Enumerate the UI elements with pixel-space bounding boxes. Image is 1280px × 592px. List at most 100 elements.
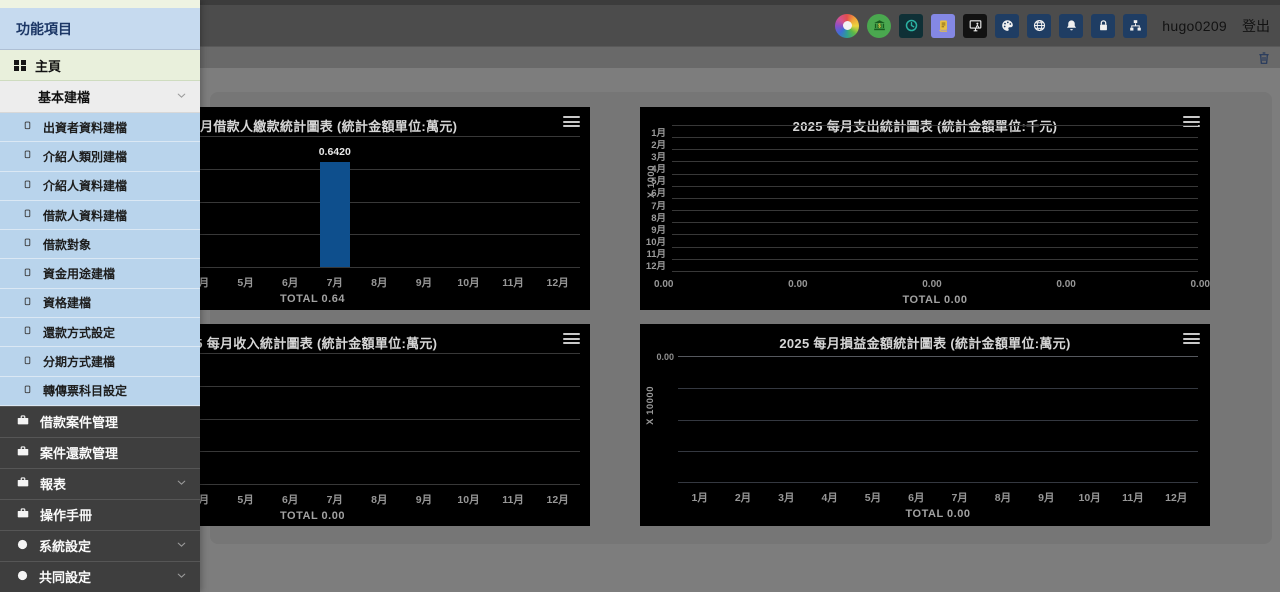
month-label: 6月 <box>268 275 313 290</box>
sidebar-item-報表[interactable]: 報表 <box>0 468 200 499</box>
sphere-icon <box>16 538 29 554</box>
scroll-icon[interactable] <box>931 14 955 38</box>
sitemap-icon[interactable] <box>1123 14 1147 38</box>
month-label: 11月 <box>491 275 536 290</box>
sidebar-header: 功能項目 <box>0 8 200 50</box>
sidebar-subitem-label: 介紹人類別建檔 <box>43 148 127 165</box>
sidebar-group-basic[interactable]: 基本建檔 <box>0 81 200 113</box>
screen-icon[interactable] <box>963 14 987 38</box>
chart-menu-icon[interactable] <box>563 116 580 129</box>
briefcase-icon <box>16 506 30 523</box>
bell-icon[interactable] <box>1059 14 1083 38</box>
gridline <box>678 420 1198 421</box>
doc-square-icon <box>22 208 33 222</box>
chart-plot: 0.00 <box>678 356 1198 482</box>
x-tick-label: 0.00 <box>788 279 807 290</box>
logout-button[interactable]: 登出 <box>1242 16 1270 36</box>
chevron-down-icon <box>175 569 188 585</box>
month-label: 4月 <box>808 490 851 505</box>
sidebar-subitem-label: 介紹人資料建檔 <box>43 177 127 194</box>
sidebar-subitem-label: 資格建檔 <box>43 294 91 311</box>
trash-icon[interactable] <box>1256 50 1272 66</box>
month-label: 11月 <box>1111 490 1154 505</box>
month-label: 1月 <box>678 490 721 505</box>
bank-icon[interactable]: $ <box>867 14 891 38</box>
x-tick-label: 0.00 <box>654 279 673 290</box>
palette-icon[interactable] <box>995 14 1019 38</box>
chart-panel-expenses: 2025 每月支出統計圖表 (統計金額單位:千元) 1月2月3月4月5月6月7月… <box>640 107 1210 310</box>
chevron-down-icon <box>175 476 188 492</box>
doc-square-icon <box>22 355 33 369</box>
sidebar-item-系統設定[interactable]: 系統設定 <box>0 530 200 561</box>
sidebar-subitem-label: 分期方式建檔 <box>43 353 115 370</box>
chart-title: 2025 每月損益金額統計圖表 (統計金額單位:萬元) <box>640 333 1210 352</box>
sidebar-item-借款案件管理[interactable]: 借款案件管理 <box>0 406 200 437</box>
doc-square-icon <box>22 325 33 339</box>
month-label: 12月 <box>535 492 580 507</box>
sidebar-subitem[interactable]: 資格建檔 <box>0 289 200 318</box>
month-label: 8月 <box>357 275 402 290</box>
clock-icon[interactable] <box>899 14 923 38</box>
sidebar-subitem[interactable]: 出資者資料建檔 <box>0 113 200 142</box>
doc-square-icon <box>22 296 33 310</box>
month-label: 7月 <box>938 490 981 505</box>
sidebar-subitem[interactable]: 轉傳票科目設定 <box>0 377 200 406</box>
sidebar-subitem-label: 出資者資料建檔 <box>43 119 127 136</box>
month-label: 12月 <box>535 275 580 290</box>
sidebar-subitem[interactable]: 借款人資料建檔 <box>0 201 200 230</box>
sidebar-subitem[interactable]: 借款對象 <box>0 230 200 259</box>
x-tick-label: 0.00 <box>1056 279 1075 290</box>
sidebar-subitem[interactable]: 介紹人資料建檔 <box>0 172 200 201</box>
x-tick-label: 0.00 <box>1191 279 1210 290</box>
sidebar-group-label: 基本建檔 <box>38 87 90 106</box>
month-label: 6月 <box>895 490 938 505</box>
sidebar-top-strip <box>0 0 200 8</box>
sidebar: 功能項目 主頁 基本建檔 出資者資料建檔 介紹人類別建檔 介紹人資料建檔 借款人… <box>0 0 200 592</box>
sidebar-item-home[interactable]: 主頁 <box>0 50 200 81</box>
month-label: 10月 <box>446 492 491 507</box>
month-label: 11月 <box>491 492 536 507</box>
month-label: 8月 <box>357 492 402 507</box>
dashboard-root: $ hugo0209 登出 2025 每月借款人繳款統計圖表 (統計金額單位:萬… <box>0 0 1280 592</box>
month-label: 7月 <box>312 492 357 507</box>
sidebar-item-label: 共同設定 <box>39 567 91 586</box>
sidebar-subitem[interactable]: 還款方式設定 <box>0 318 200 347</box>
month-label: 9月 <box>402 492 447 507</box>
total-label: TOTAL 0.00 <box>672 294 1198 306</box>
gridline <box>678 451 1198 452</box>
chart-menu-icon[interactable] <box>563 333 580 346</box>
home-grid-icon <box>14 60 25 71</box>
gridline <box>678 482 1198 483</box>
sidebar-subitem-label: 借款對象 <box>43 236 91 253</box>
globe-icon[interactable] <box>1027 14 1051 38</box>
zero-tick-label: 0.00 <box>656 352 674 362</box>
month-label: 12月 <box>646 258 666 272</box>
x-tick-row: 0.00 0.00 0.00 0.00 0.00 <box>654 279 1210 290</box>
month-label: 9月 <box>1025 490 1068 505</box>
doc-square-icon <box>22 120 33 134</box>
svg-text:$: $ <box>878 23 881 29</box>
sidebar-item-label: 借款案件管理 <box>40 412 118 431</box>
colorwheel-icon[interactable] <box>835 14 859 38</box>
y-axis-label: X 1000 <box>646 165 657 198</box>
sidebar-subitem[interactable]: 資金用途建檔 <box>0 259 200 288</box>
doc-square-icon <box>22 179 33 193</box>
month-label: 3月 <box>765 490 808 505</box>
lock-icon[interactable] <box>1091 14 1115 38</box>
topbar-right: $ hugo0209 登出 <box>835 14 1270 38</box>
sidebar-subitem-label: 借款人資料建檔 <box>43 207 127 224</box>
sidebar-item-操作手冊[interactable]: 操作手冊 <box>0 499 200 530</box>
sidebar-item-共同設定[interactable]: 共同設定 <box>0 561 200 592</box>
sidebar-item-案件還款管理[interactable]: 案件還款管理 <box>0 437 200 468</box>
sidebar-item-label: 操作手冊 <box>40 505 92 524</box>
y-axis-label: X 10000 <box>645 386 656 425</box>
chevron-down-icon <box>175 538 188 554</box>
doc-square-icon <box>22 237 33 251</box>
sidebar-subitem[interactable]: 分期方式建檔 <box>0 347 200 376</box>
briefcase-icon <box>16 413 30 430</box>
chart-menu-icon[interactable] <box>1183 333 1200 346</box>
username: hugo0209 <box>1162 18 1227 34</box>
x-tick-label: 0.00 <box>922 279 941 290</box>
topbar-icon-row: $ <box>835 14 1147 38</box>
sidebar-subitem[interactable]: 介紹人類別建檔 <box>0 142 200 171</box>
